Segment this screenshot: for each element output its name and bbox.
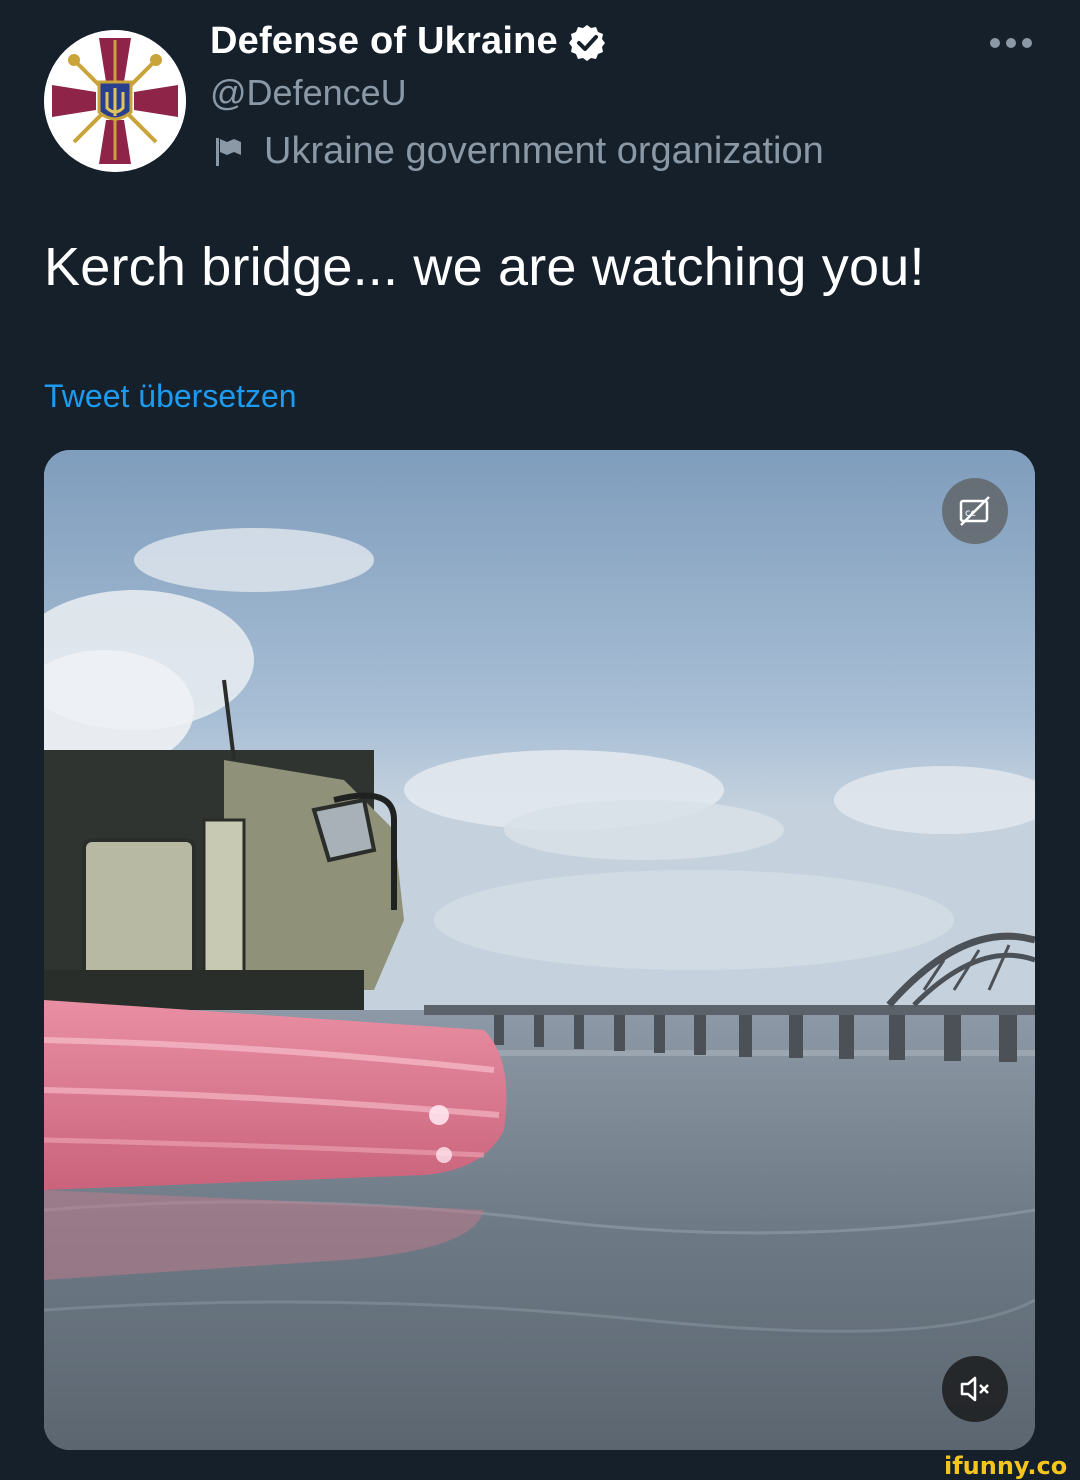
organization-label-text: Ukraine government organization xyxy=(264,130,824,172)
svg-text:cc: cc xyxy=(965,508,976,519)
mute-button[interactable] xyxy=(942,1356,1008,1422)
video-frame-image xyxy=(44,450,1035,1450)
tweet-container: Defense of Ukraine @DefenceU Ukraine gov… xyxy=(0,0,1080,1480)
display-name[interactable]: Defense of Ukraine xyxy=(210,20,606,63)
captions-button[interactable]: cc xyxy=(942,478,1008,544)
tweet-text: Kerch bridge... we are watching you! xyxy=(44,237,925,297)
flag-icon xyxy=(214,136,244,168)
more-dots-icon xyxy=(990,38,1032,48)
watermark-text: ifunny.co xyxy=(944,1452,1068,1480)
more-options-button[interactable] xyxy=(988,32,1034,54)
display-name-text: Defense of Ukraine xyxy=(210,20,558,62)
translate-tweet-link[interactable]: Tweet übersetzen xyxy=(44,378,297,415)
user-handle[interactable]: @DefenceU xyxy=(210,72,407,114)
verified-badge-icon xyxy=(568,23,606,61)
captions-off-icon: cc xyxy=(959,496,990,526)
organization-label: Ukraine government organization xyxy=(214,130,824,173)
avatar[interactable] xyxy=(44,30,186,172)
video-player[interactable]: cc xyxy=(44,450,1035,1450)
muted-speaker-icon xyxy=(960,1376,989,1402)
ministry-emblem-icon xyxy=(44,30,186,172)
